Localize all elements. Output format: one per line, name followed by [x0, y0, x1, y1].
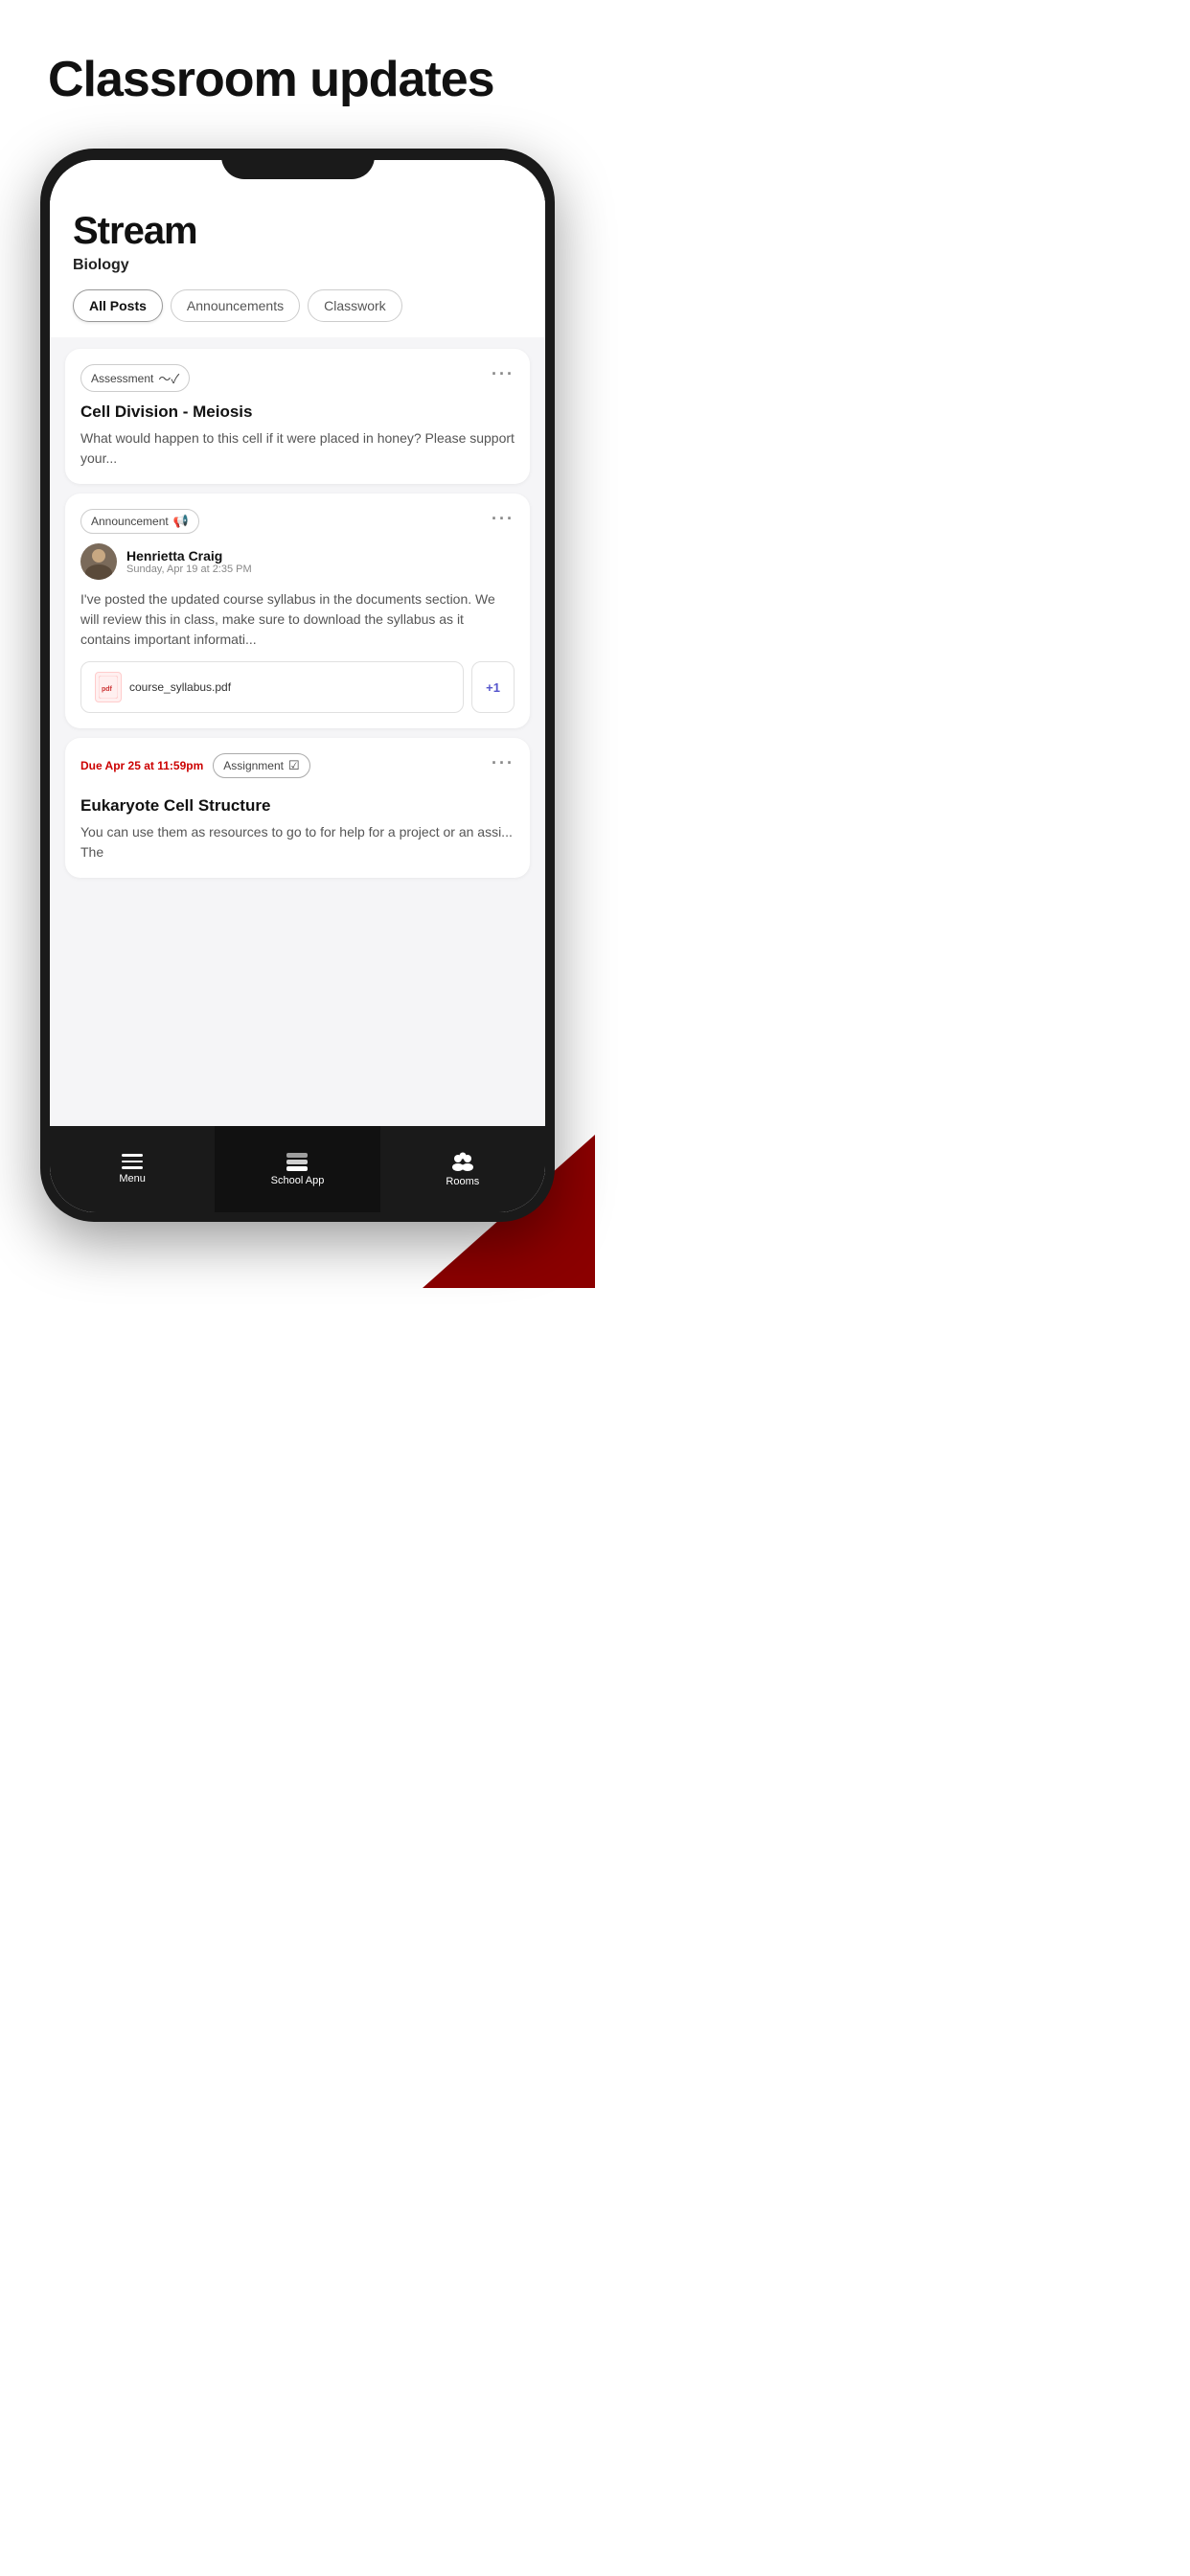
due-row: Due Apr 25 at 11:59pm Assignment ☑ [80, 753, 310, 778]
tabs-row: All Posts Announcements Classwork [73, 289, 522, 322]
nav-rooms-label: Rooms [446, 1176, 479, 1187]
due-label: Due Apr 25 at 11:59pm [80, 759, 203, 772]
chart-icon: 〜✓ [158, 369, 179, 387]
post-body-assignment: You can use them as resources to go to f… [80, 822, 515, 862]
avatar [80, 543, 117, 580]
announcement-tag: Announcement 📢 [80, 509, 199, 534]
announcement-tag-label: Announcement [91, 515, 169, 528]
svg-text:pdf: pdf [102, 686, 113, 693]
post-title-assignment: Eukaryote Cell Structure [80, 795, 515, 816]
nav-rooms[interactable]: Rooms [380, 1126, 545, 1212]
nav-school-app-label: School App [271, 1175, 325, 1186]
post-card-assessment[interactable]: Assessment 〜✓ ··· Cell Division - Meiosi… [65, 349, 530, 484]
author-name: Henrietta Craig [126, 548, 252, 564]
rooms-icon [450, 1151, 475, 1172]
phone-screen: Stream Biology All Posts Announcements C… [50, 160, 545, 1212]
author-date: Sunday, Apr 19 at 2:35 PM [126, 564, 252, 575]
post-more-button-3[interactable]: ··· [492, 753, 515, 773]
nav-menu[interactable]: Menu [50, 1126, 215, 1212]
phone-notch [221, 149, 375, 179]
bottom-nav: Menu School App [50, 1126, 545, 1212]
author-info: Henrietta Craig Sunday, Apr 19 at 2:35 P… [126, 548, 252, 575]
page-heading: Classroom updates [48, 53, 494, 107]
megaphone-icon: 📢 [173, 514, 189, 529]
pdf-icon: pdf [95, 672, 122, 702]
post-title-assessment: Cell Division - Meiosis [80, 402, 515, 423]
clipboard-icon: ☑ [288, 758, 300, 773]
attachment-row: pdf course_syllabus.pdf +1 [80, 661, 515, 713]
post-body-assessment: What would happen to this cell if it wer… [80, 428, 515, 469]
attachment-extra[interactable]: +1 [471, 661, 515, 713]
post-more-button[interactable]: ··· [492, 364, 515, 384]
post-card-assignment[interactable]: Due Apr 25 at 11:59pm Assignment ☑ ··· E… [65, 738, 530, 878]
post-body-announcement: I've posted the updated course syllabus … [80, 589, 515, 650]
post-more-button-2[interactable]: ··· [492, 509, 515, 529]
tab-all-posts[interactable]: All Posts [73, 289, 163, 322]
tab-announcements[interactable]: Announcements [171, 289, 300, 322]
assignment-tag: Assignment ☑ [213, 753, 309, 778]
hamburger-icon [122, 1154, 143, 1169]
attachment-pdf[interactable]: pdf course_syllabus.pdf [80, 661, 464, 713]
posts-container: Assessment 〜✓ ··· Cell Division - Meiosi… [50, 337, 545, 889]
nav-menu-label: Menu [119, 1173, 146, 1184]
post-card-announcement[interactable]: Announcement 📢 ··· Henrietta Craig Sunda… [65, 494, 530, 728]
attachment-filename: course_syllabus.pdf [129, 680, 231, 694]
assessment-tag-label: Assessment [91, 372, 153, 385]
stack-icon [286, 1153, 308, 1171]
nav-school-app[interactable]: School App [215, 1126, 379, 1212]
stream-title: Stream [73, 210, 522, 253]
phone-frame: Stream Biology All Posts Announcements C… [40, 149, 555, 1222]
stream-subtitle: Biology [73, 257, 522, 274]
stream-header: Stream Biology All Posts Announcements C… [50, 160, 545, 337]
screen-content: Stream Biology All Posts Announcements C… [50, 160, 545, 1212]
assignment-tag-label: Assignment [223, 759, 284, 772]
assessment-tag: Assessment 〜✓ [80, 364, 190, 392]
author-row: Henrietta Craig Sunday, Apr 19 at 2:35 P… [80, 543, 515, 580]
tab-classwork[interactable]: Classwork [308, 289, 402, 322]
